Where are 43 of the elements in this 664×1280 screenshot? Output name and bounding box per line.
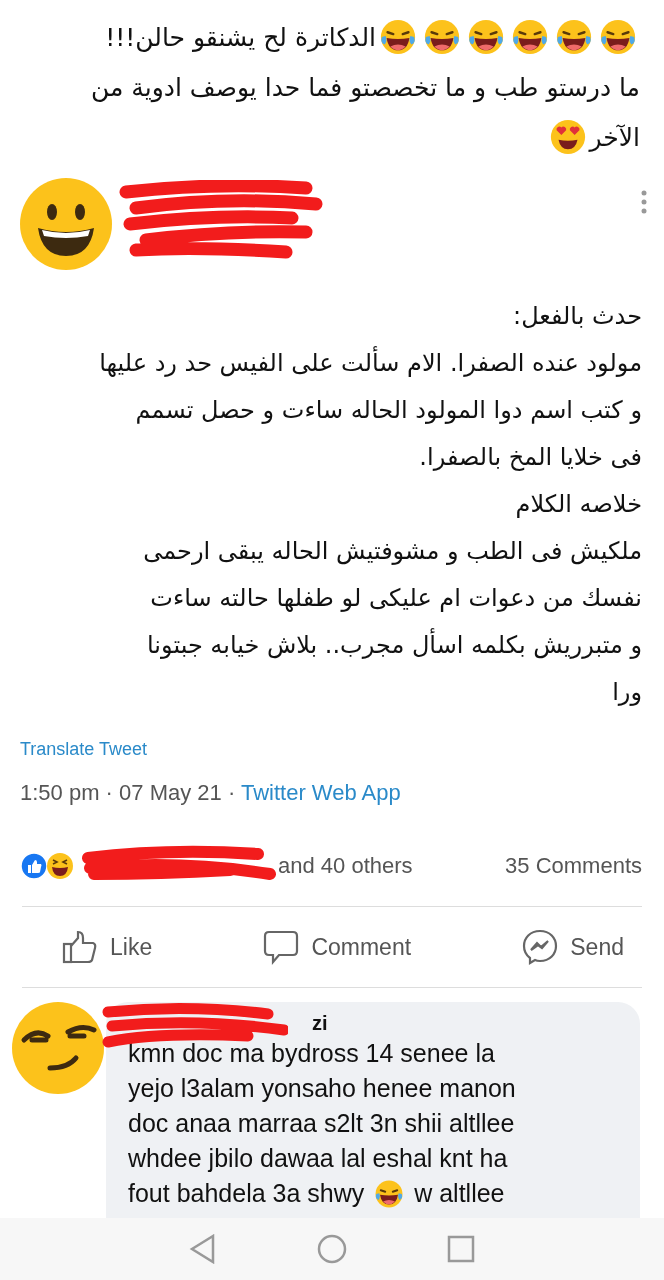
tweet-text-line: فى خلايا المخ بالصفرا. (418, 441, 642, 473)
comment-text-line: doc anaa marraa s2lt 3n shii altllee (128, 1108, 516, 1139)
tweet-timestamp: 1:50 pm · 07 May 21 · Twitter Web App (20, 780, 402, 806)
comments-count[interactable]: 35 Comments (505, 853, 642, 879)
comment-text-line: yejo l3alam yonsaho henee manon (128, 1073, 517, 1104)
comment-text-line: whdee jbilo dawaa lal eshal knt ha (128, 1143, 509, 1174)
laughing-reaction-icon (46, 852, 74, 880)
send-button[interactable]: Send (522, 929, 624, 965)
laughing-emoji-icon (423, 18, 461, 56)
like-button[interactable]: Like (62, 929, 153, 965)
caption-line: الآخر (24, 114, 640, 160)
caption-line: ما درستو طب و ما تخصصتو فما حدا يوصف ادوية من (90, 71, 640, 105)
laughing-emoji-icon (467, 18, 505, 56)
tweet-text-line: حدث بالفعل: (512, 300, 642, 332)
laughing-emoji-icon (379, 18, 417, 56)
recent-apps-icon[interactable] (447, 1235, 475, 1263)
laughing-emoji-icon (599, 18, 637, 56)
tweet-text-line: خلاصه الكلام (514, 488, 642, 520)
more-options-icon[interactable] (640, 190, 648, 214)
thumbs-up-icon (62, 929, 98, 965)
laughing-emoji-icon (374, 1178, 405, 1209)
comment-text-line: kmn doc ma bydross 14 senee la (128, 1038, 496, 1069)
tweet-text-line: ملكيش فى الطب و مشوفتيش الحاله يبقى ارحمى (142, 535, 642, 567)
laughing-emoji-icon (511, 18, 549, 56)
reactions-summary[interactable]: and 40 others (278, 853, 413, 879)
tweet-text-line: ورا (611, 676, 642, 708)
tweet-source-link[interactable]: Twitter Web App (240, 780, 401, 805)
caption-line: الدكاترة لح يشنقو حالن!!! (24, 14, 640, 60)
home-icon[interactable] (317, 1234, 347, 1264)
tweet-text-line: نفسك من دعوات ام عليكى لو طفلها حالته ساءت (149, 582, 642, 614)
like-reaction-icon (20, 852, 48, 880)
tweet-text-line: و متبرريش بكلمه اسأل مجرب.. بلاش خيابه جبتونا (146, 627, 642, 661)
back-icon[interactable] (189, 1234, 217, 1264)
heart-eyes-emoji-icon (548, 118, 587, 156)
comment-button[interactable]: Comment (263, 929, 412, 965)
messenger-icon (522, 929, 559, 965)
comment-text-line: fout bahdela 3a shwy w altllee (128, 1177, 506, 1211)
comment-author: zi (312, 1012, 329, 1036)
translate-tweet-link[interactable]: Translate Tweet (20, 739, 148, 760)
tweet-text-line: و كتب اسم دوا المولود الحاله ساءت و حصل تسمم (134, 394, 642, 426)
laughing-emoji-icon (555, 18, 593, 56)
speech-bubble-icon (263, 929, 300, 965)
tweet-text-line: مولود عنده الصفرا. الام سألت على الفيس حد رد عليها (98, 345, 642, 379)
